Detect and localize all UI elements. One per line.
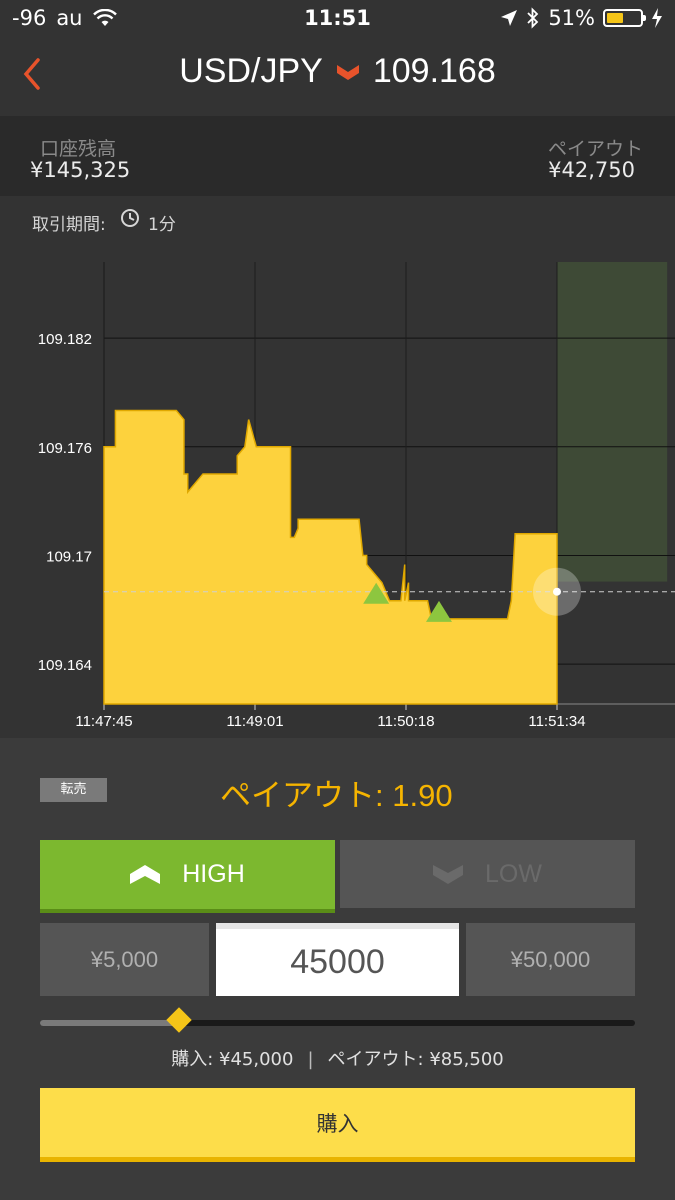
trade-period: 取引期間: 1分 bbox=[0, 196, 675, 245]
status-bar: -96 au 11:51 51% bbox=[0, 0, 675, 36]
expiry-zone bbox=[556, 262, 668, 582]
up-chevron-icon bbox=[130, 864, 161, 884]
charging-bolt-icon bbox=[652, 8, 662, 28]
balance-bar: 口座残高 ¥145,325 ペイアウト ¥42,750 bbox=[0, 116, 675, 196]
trade-period-label: 取引期間: bbox=[32, 215, 106, 235]
summary-payout: ペイアウト: ¥85,500 bbox=[327, 1049, 504, 1070]
down-chevron-icon bbox=[336, 64, 359, 80]
price-chart: 109.182 109.176 109.17 109.164 11:47:45 11:49… bbox=[0, 244, 675, 738]
amount-slider-thumb[interactable] bbox=[165, 1007, 192, 1033]
summary-buy-amount: 購入: ¥45,000 bbox=[171, 1049, 294, 1070]
x-tick-label: 11:47:45 bbox=[75, 713, 132, 730]
battery-icon bbox=[603, 9, 646, 27]
price-chart-svg: 109.182 109.176 109.17 109.164 11:47:45 11:49… bbox=[0, 244, 675, 738]
resell-button[interactable]: 転売 bbox=[40, 778, 107, 802]
summary-separator: | bbox=[307, 1049, 314, 1070]
purchase-summary: 購入: ¥45,000 | ペイアウト: ¥85,500 bbox=[0, 1045, 675, 1071]
trade-controls: 転売 ペイアウト: 1.90 HIGH LOW ¥5,000 ¥50,000 購… bbox=[0, 738, 675, 1200]
low-button[interactable]: LOW bbox=[340, 840, 635, 908]
preset-min-button[interactable]: ¥5,000 bbox=[40, 923, 209, 996]
page-title: USD/JPY 109.168 bbox=[0, 52, 675, 91]
down-chevron-icon bbox=[433, 865, 464, 884]
account-balance-label: 口座残高 bbox=[40, 138, 117, 160]
x-tick-label: 11:49:01 bbox=[226, 713, 283, 730]
x-tick-label: 11:51:34 bbox=[528, 713, 585, 730]
payout-rate: ペイアウト: 1.90 bbox=[220, 778, 453, 813]
currency-pair: USD/JPY bbox=[179, 52, 323, 90]
low-button-label: LOW bbox=[485, 859, 542, 888]
y-tick-label: 109.182 bbox=[38, 331, 92, 348]
buy-button[interactable]: 購入 bbox=[40, 1088, 635, 1162]
preset-max-button[interactable]: ¥50,000 bbox=[466, 923, 635, 996]
current-price: 109.168 bbox=[372, 52, 496, 90]
amount-slider[interactable] bbox=[40, 1007, 635, 1033]
high-button[interactable]: HIGH bbox=[40, 840, 335, 913]
amount-slider-fill bbox=[40, 1020, 179, 1026]
battery-percent: 51% bbox=[548, 6, 595, 30]
clock-icon bbox=[121, 209, 139, 227]
y-tick-label: 109.164 bbox=[38, 657, 92, 674]
y-tick-label: 109.176 bbox=[38, 440, 92, 457]
battery-fill bbox=[607, 13, 624, 23]
bluetooth-icon bbox=[527, 7, 539, 29]
amount-input[interactable] bbox=[216, 923, 459, 996]
current-point bbox=[552, 587, 561, 596]
x-tick-label: 11:50:18 bbox=[377, 713, 434, 730]
payout-value: ¥42,750 bbox=[548, 158, 635, 182]
payout-label: ペイアウト bbox=[547, 138, 643, 160]
account-balance-value: ¥145,325 bbox=[30, 158, 131, 182]
location-arrow-icon bbox=[501, 10, 518, 26]
y-tick-label: 109.17 bbox=[46, 548, 92, 565]
header: USD/JPY 109.168 bbox=[0, 36, 675, 116]
trade-period-value: 1分 bbox=[148, 215, 176, 235]
high-button-label: HIGH bbox=[182, 860, 245, 888]
